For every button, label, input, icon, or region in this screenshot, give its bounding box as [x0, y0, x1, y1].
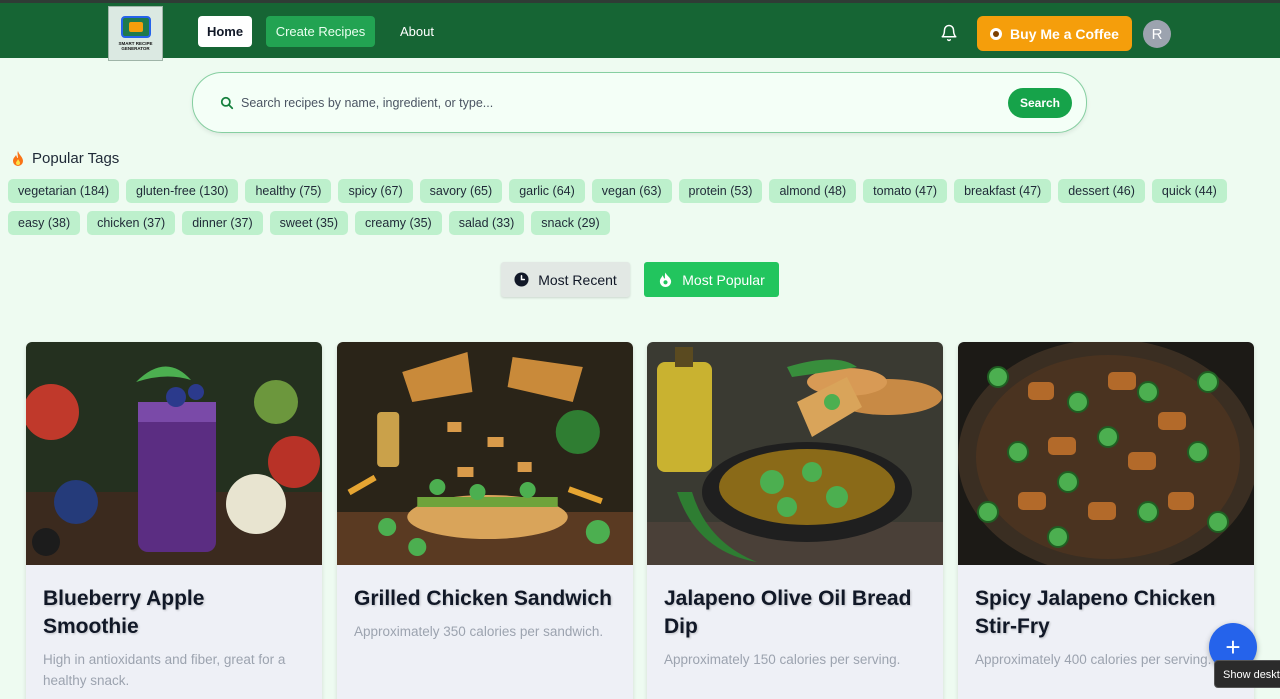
recipe-image	[26, 342, 322, 565]
most-recent-button[interactable]: Most Recent	[501, 262, 630, 297]
coffee-label: Buy Me a Coffee	[1010, 25, 1119, 42]
recipe-title: Blueberry Apple Smoothie	[43, 587, 205, 638]
tag-chip[interactable]: savory (65)	[419, 179, 503, 203]
popular-tags-heading: Popular Tags	[12, 150, 119, 167]
recipe-card[interactable]: Jalapeno Olive Oil Bread Dip Approximate…	[647, 342, 943, 699]
fire-icon	[660, 272, 672, 287]
tag-chip[interactable]: quick (44)	[1151, 179, 1227, 203]
recipe-card[interactable]: Grilled Chicken Sandwich Approximately 3…	[337, 342, 633, 699]
search-bar: Search	[192, 72, 1087, 133]
tag-chip[interactable]: salad (33)	[448, 211, 525, 235]
tag-chip[interactable]: breakfast (47)	[954, 179, 1052, 203]
tag-chip[interactable]: protein (53)	[678, 179, 763, 203]
bell-icon[interactable]	[940, 24, 958, 42]
user-avatar[interactable]: R	[1143, 20, 1171, 48]
tag-chip[interactable]: chicken (37)	[87, 211, 176, 235]
search-icon	[220, 96, 234, 110]
recipe-description: Approximately 400 calories per serving.	[975, 652, 1212, 667]
tag-chip[interactable]: sweet (35)	[269, 211, 349, 235]
recipe-description: High in antioxidants and fiber, great fo…	[43, 652, 286, 688]
tag-chip[interactable]: easy (38)	[8, 211, 81, 235]
clock-icon	[514, 272, 529, 287]
tag-chip[interactable]: healthy (75)	[245, 179, 332, 203]
tag-chip[interactable]: gluten-free (130)	[126, 179, 239, 203]
nav-create-recipes-button[interactable]: Create Recipes	[266, 16, 375, 47]
recipe-description: Approximately 350 calories per sandwich.	[354, 624, 604, 639]
pot-icon	[120, 16, 151, 38]
tag-chip[interactable]: vegan (63)	[591, 179, 672, 203]
tag-chip[interactable]: vegetarian (184)	[8, 179, 120, 203]
show-desktop-tooltip: Show desktop	[1214, 660, 1280, 688]
popular-tags-title: Popular Tags	[32, 150, 120, 167]
tag-chip[interactable]: dessert (46)	[1058, 179, 1145, 203]
recipe-image	[958, 342, 1254, 565]
recipe-card[interactable]: Blueberry Apple Smoothie High in antioxi…	[26, 342, 322, 699]
tag-chip[interactable]: creamy (35)	[355, 211, 442, 235]
tag-chip[interactable]: spicy (67)	[338, 179, 413, 203]
flame-icon	[13, 150, 23, 166]
recipe-title: Spicy Jalapeno Chicken Stir-Fry	[975, 587, 1216, 638]
app-logo[interactable]: SMART RECIPE GENERATOR	[108, 6, 163, 61]
top-navbar: SMART RECIPE GENERATOR Home Create Recip…	[0, 0, 1280, 61]
buy-me-a-coffee-button[interactable]: Buy Me a Coffee	[977, 16, 1132, 51]
tag-chip[interactable]: garlic (64)	[509, 179, 585, 203]
recipe-description: Approximately 150 calories per serving.	[664, 652, 901, 667]
recipe-title: Jalapeno Olive Oil Bread Dip	[664, 587, 912, 638]
search-input[interactable]	[241, 91, 981, 115]
tag-chip[interactable]: dinner (37)	[182, 211, 263, 235]
recipe-title: Grilled Chicken Sandwich	[354, 587, 612, 610]
tag-chip[interactable]: snack (29)	[531, 211, 610, 235]
tag-list: vegetarian (184) gluten-free (130) healt…	[8, 179, 1268, 235]
most-popular-button[interactable]: Most Popular	[644, 262, 779, 297]
recipe-image	[647, 342, 943, 565]
nav-about-link[interactable]: About	[390, 16, 444, 47]
tag-chip[interactable]: almond (48)	[769, 179, 857, 203]
recipe-image	[337, 342, 633, 565]
search-button[interactable]: Search	[1008, 88, 1072, 118]
most-recent-label: Most Recent	[538, 271, 617, 288]
most-popular-label: Most Popular	[682, 271, 765, 288]
logo-text: SMART RECIPE GENERATOR	[118, 41, 153, 51]
coffee-icon	[990, 27, 1003, 40]
tag-chip[interactable]: tomato (47)	[863, 179, 948, 203]
nav-home-button[interactable]: Home	[198, 16, 252, 47]
